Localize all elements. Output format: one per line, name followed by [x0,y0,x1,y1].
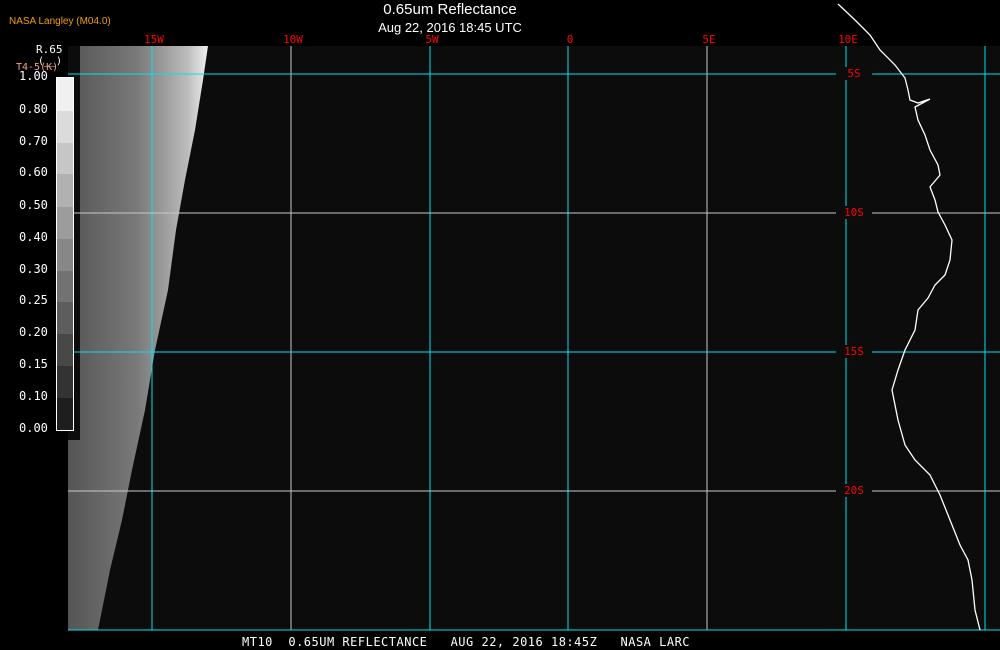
colorbar-tick-label: 1.00 [19,69,48,83]
colorbar-tick-label: 0.30 [19,262,48,276]
colorbar-tick-label: 0.60 [19,165,48,179]
colorbar-tick-label: 0.50 [19,198,48,212]
latitude-label: 10S [836,206,872,219]
satellite-map [68,3,1000,631]
longitude-label: 10W [283,33,303,46]
longitude-label: 0 [566,33,574,46]
longitude-label: 5W [425,33,439,46]
colorbar-tick-label: 0.40 [19,230,48,244]
colorbar-tick-label: 0.80 [19,102,48,116]
colorbar [56,77,74,431]
longitude-label: 15W [144,33,164,46]
latitude-label: 20S [836,484,872,497]
colorbar-tick-label: 0.25 [19,293,48,307]
latitude-label: 15S [836,345,872,358]
colorbar-tick-label: 0.10 [19,389,48,403]
footer-caption: MT10 0.65UM REFLECTANCE AUG 22, 2016 18:… [242,635,691,649]
colorbar-tick-label: 0.00 [19,421,48,435]
longitude-label: 10E [838,33,858,46]
map-background [68,46,1000,630]
chart-title: 0.65um Reflectance [383,1,517,18]
latitude-label: 5S [836,67,872,80]
longitude-label: 5E [702,33,716,46]
colorbar-tick-label: 0.70 [19,134,48,148]
credit-label: NASA Langley (M04.0) [9,16,111,27]
colorbar-tick-label: 0.20 [19,325,48,339]
colorbar-tick-label: 0.15 [19,357,48,371]
colorbar-title: R.65 [36,43,63,56]
